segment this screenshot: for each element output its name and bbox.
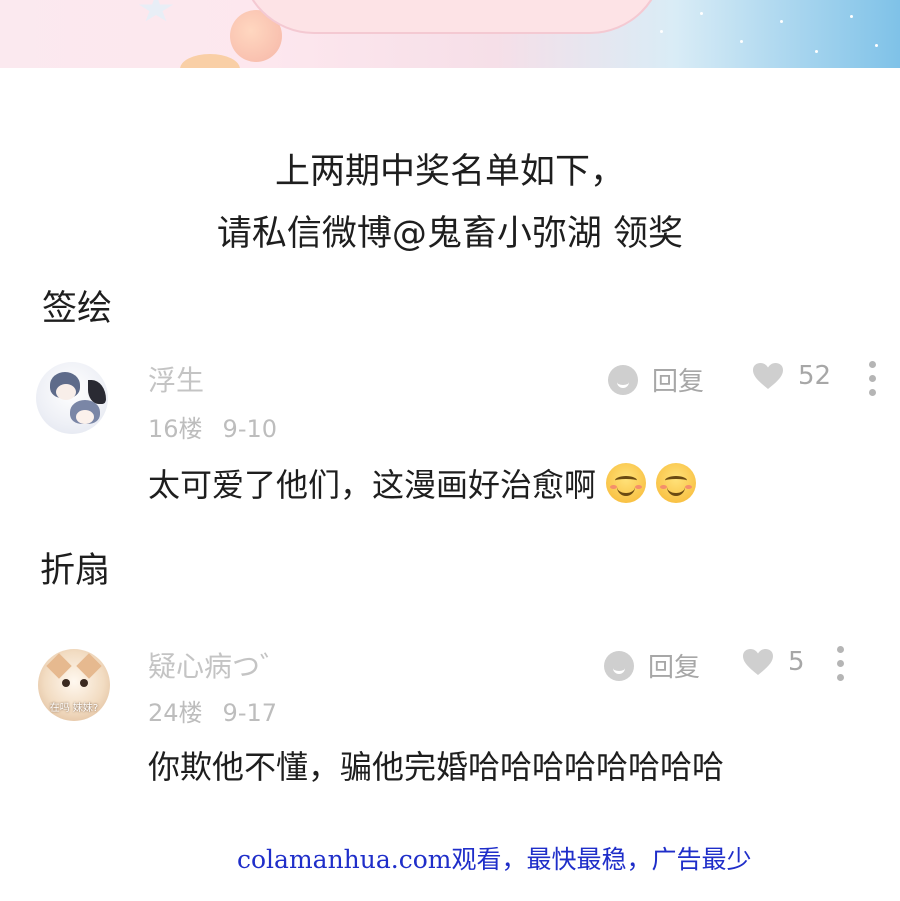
avatar[interactable] [36,362,108,434]
notice-line-1: 上两期中奖名单如下， [274,152,625,192]
avatar[interactable]: 在吗 妹妹? [38,649,110,721]
more-options-icon[interactable] [868,361,876,396]
comment-date: 9-17 [222,699,278,727]
heart-icon [743,649,773,675]
sparkle [740,40,743,43]
section-title: 折扇 [40,551,111,591]
smiling-face-emoji-icon [606,463,647,503]
reply-button[interactable]: 回复 [608,361,704,398]
sparkle [875,44,878,47]
comment-meta: 16楼 9-10 [148,409,277,444]
comment-text: 你欺他不懂，骗他完婚哈哈哈哈哈哈哈哈 [148,748,725,786]
smiling-face-emoji-icon [656,463,697,503]
comment-text-row: 太可爱了他们，这漫画好治愈啊 [148,460,697,506]
reply-label: 回复 [652,367,705,397]
reply-icon [604,650,634,681]
comment-text-row: 你欺他不懂，骗他完婚哈哈哈哈哈哈哈哈 [148,742,724,788]
reply-button[interactable]: 回复 [604,647,700,684]
star-decoration [138,0,174,22]
like-button[interactable]: 52 [752,361,831,391]
sparkle [660,30,663,33]
comment-text: 太可爱了他们，这漫画好治愈啊 [148,466,597,504]
planet-decoration [180,54,240,68]
sparkle [850,15,853,18]
header-banner-image [0,0,900,68]
reply-icon [608,364,638,395]
section-title: 签绘 [42,289,113,329]
reply-label: 回复 [648,653,701,683]
like-count: 52 [798,361,832,391]
more-options-icon[interactable] [836,646,844,681]
site-footer-link[interactable]: colamanhua.com观看，最快最稳，广告最少 [237,840,751,876]
comment-meta: 24楼 9-17 [148,693,277,728]
username[interactable]: 疑心病つ゛ [148,645,288,685]
avatar-caption: 在吗 妹妹? [49,703,99,714]
sparkle [700,12,703,15]
sparkle [780,20,783,23]
heart-icon [753,363,783,389]
username[interactable]: 浮生 [148,359,204,399]
like-button[interactable]: 5 [742,647,805,677]
sparkle [815,50,818,53]
notice-line-2: 请私信微博@鬼畜小弥湖 领奖 [216,214,684,254]
cloud-decoration [240,0,664,34]
comment-date: 9-10 [222,415,278,443]
floor-number: 24楼 [148,699,203,727]
like-count: 5 [788,647,805,677]
floor-number: 16楼 [148,415,203,443]
